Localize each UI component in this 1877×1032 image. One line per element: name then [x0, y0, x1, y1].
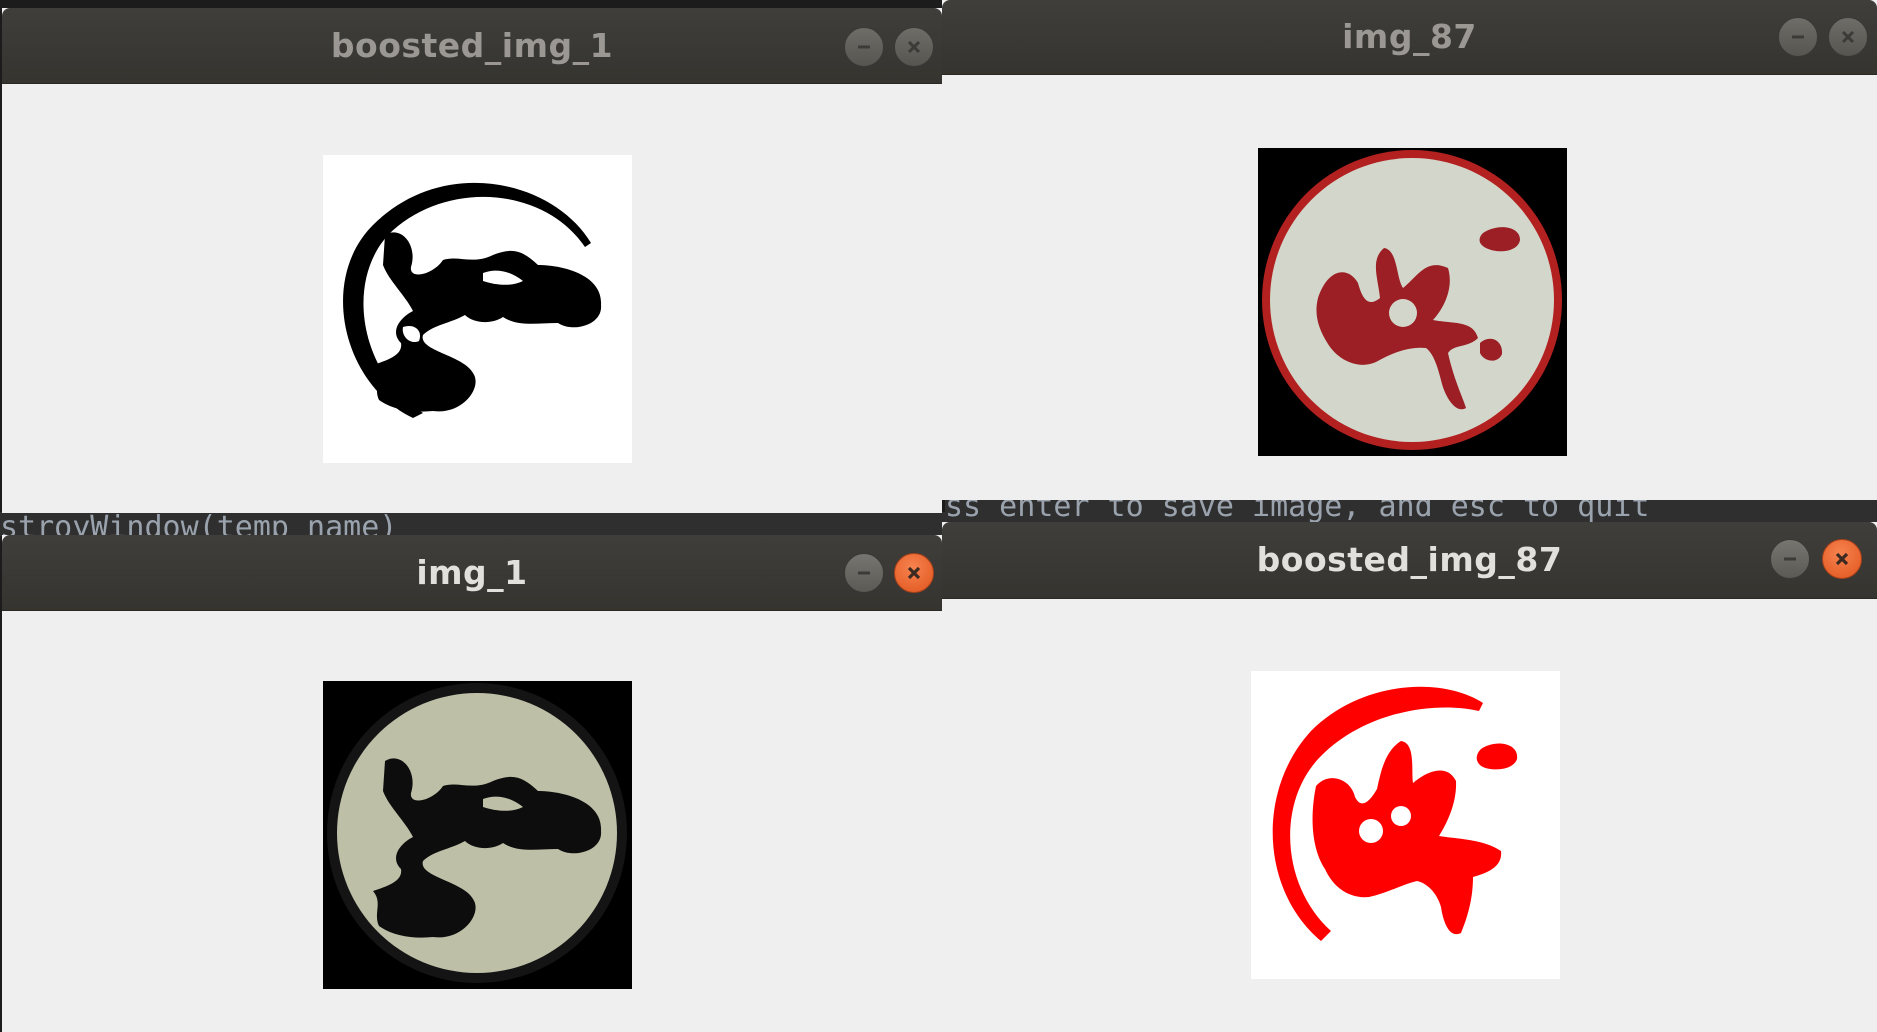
window-img-1[interactable]: img_1: [2, 535, 942, 1032]
close-icon: [1835, 552, 1849, 566]
window-boosted-img-1[interactable]: boosted_img_1: [2, 8, 942, 513]
close-icon: [907, 566, 921, 580]
close-icon: [1841, 30, 1855, 44]
seal-image: [1258, 148, 1567, 456]
window-title: boosted_img_1: [330, 26, 614, 65]
close-icon: [907, 40, 921, 54]
minimize-icon: [1784, 557, 1796, 561]
close-button[interactable]: [894, 553, 934, 593]
minimize-button[interactable]: [1778, 17, 1818, 57]
minimize-button[interactable]: [844, 27, 884, 67]
window-img-87[interactable]: img_87: [942, 0, 1877, 500]
close-button[interactable]: [894, 27, 934, 67]
minimize-icon: [858, 571, 870, 575]
terminal-text-right: ss enter to save image, and esc to quit: [945, 500, 1877, 522]
terminal-text-left: stroyWindow(temp_name): [0, 512, 945, 536]
minimize-icon: [858, 45, 870, 49]
minimize-button[interactable]: [844, 553, 884, 593]
window-title: img_87: [1342, 17, 1477, 56]
image-boosted-img-1: [323, 155, 632, 463]
close-button[interactable]: [1828, 17, 1868, 57]
window-boosted-img-87[interactable]: boosted_img_87: [942, 522, 1877, 1032]
minimize-icon: [1792, 35, 1804, 39]
seal-image: [323, 155, 632, 463]
titlebar[interactable]: boosted_img_87: [942, 522, 1877, 599]
seal-image: [323, 681, 632, 989]
titlebar[interactable]: img_1: [2, 535, 942, 611]
image-boosted-img-87: [1251, 671, 1560, 979]
window-title: boosted_img_87: [1256, 540, 1563, 579]
image-img-87: [1258, 148, 1567, 456]
seal-image: [1251, 671, 1560, 979]
image-img-1: [323, 681, 632, 989]
minimize-button[interactable]: [1770, 539, 1810, 579]
titlebar[interactable]: boosted_img_1: [2, 8, 942, 84]
close-button[interactable]: [1822, 539, 1862, 579]
titlebar[interactable]: img_87: [942, 0, 1877, 75]
desktop: stroyWindow(temp_name) ss enter to save …: [0, 0, 1877, 1032]
window-title: img_1: [416, 553, 528, 592]
